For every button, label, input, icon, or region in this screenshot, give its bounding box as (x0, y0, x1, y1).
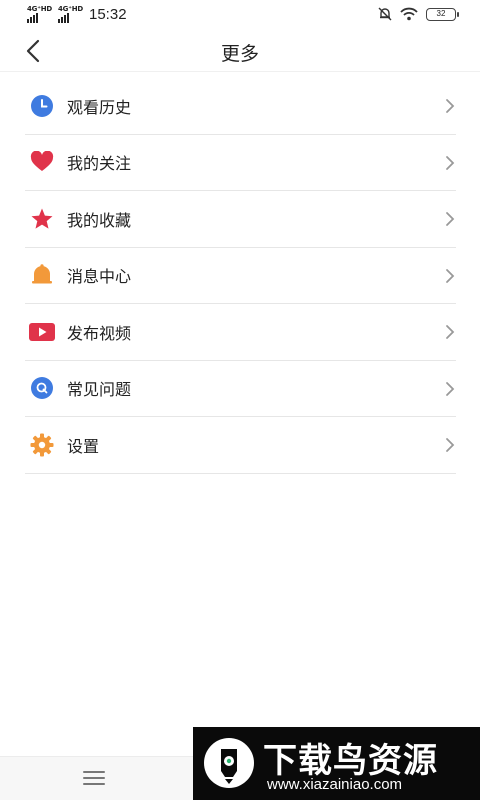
menu-item-label: 我的收藏 (67, 210, 132, 230)
menu-item-watch-history[interactable]: 观看历史 (25, 78, 456, 135)
menu-item-label: 设置 (67, 436, 100, 456)
menu-icon[interactable] (83, 771, 105, 787)
network-type-label: 4G⁺HD (27, 5, 52, 13)
faq-icon (29, 375, 55, 401)
menu-item-my-follows[interactable]: 我的关注 (25, 135, 456, 191)
page-title: 更多 (220, 43, 259, 65)
mute-bell-icon (378, 7, 392, 21)
menu-item-publish-video[interactable]: 发布视频 (25, 304, 456, 361)
watermark-title: 下载鸟资源 (263, 741, 438, 781)
chevron-right-icon (446, 212, 455, 226)
chevron-right-icon (446, 438, 455, 452)
status-bar: 4G⁺HD 4G⁺HD 15:32 32 (0, 0, 480, 30)
status-icons: 32 (378, 7, 459, 21)
signal-4g-indicator-2: 4G⁺HD (58, 5, 83, 23)
menu-item-message-center[interactable]: 消息中心 (25, 248, 456, 304)
menu-item-label: 观看历史 (67, 97, 132, 117)
chevron-right-icon (446, 381, 455, 396)
more-menu-list: 观看历史 我的关注 我的收藏 消息中心 发布视频 常见问题 设置 (25, 78, 456, 474)
chevron-right-icon (446, 155, 455, 170)
wifi-icon (400, 7, 418, 21)
menu-item-my-favorites[interactable]: 我的收藏 (25, 191, 456, 248)
menu-item-faq[interactable]: 常见问题 (25, 361, 456, 417)
battery-indicator: 32 (426, 7, 459, 21)
menu-item-label: 常见问题 (67, 380, 132, 400)
chevron-right-icon (446, 99, 455, 113)
signal-4g-indicator: 4G⁺HD (27, 5, 52, 23)
status-time: 15:32 (89, 6, 127, 23)
signal-bars-icon-2 (58, 13, 69, 23)
video-play-icon (29, 319, 55, 345)
clock-icon (29, 93, 55, 119)
network-type-label-2: 4G⁺HD (58, 5, 83, 13)
bell-icon (29, 262, 55, 288)
chevron-right-icon (446, 325, 455, 339)
chevron-right-icon (446, 268, 455, 283)
menu-item-label: 我的关注 (67, 154, 132, 174)
bird-logo-icon (204, 738, 254, 788)
heart-icon (29, 149, 55, 175)
watermark-url: www.xiazainiao.com (267, 776, 403, 793)
gear-icon (29, 432, 55, 458)
watermark: 下载鸟资源 www.xiazainiao.com (193, 727, 480, 800)
menu-item-settings[interactable]: 设置 (25, 417, 456, 474)
menu-item-label: 发布视频 (67, 323, 132, 343)
star-icon (29, 206, 55, 232)
signal-bars-icon (27, 13, 38, 23)
header: 更多 (0, 30, 480, 72)
menu-item-label: 消息中心 (67, 267, 132, 287)
